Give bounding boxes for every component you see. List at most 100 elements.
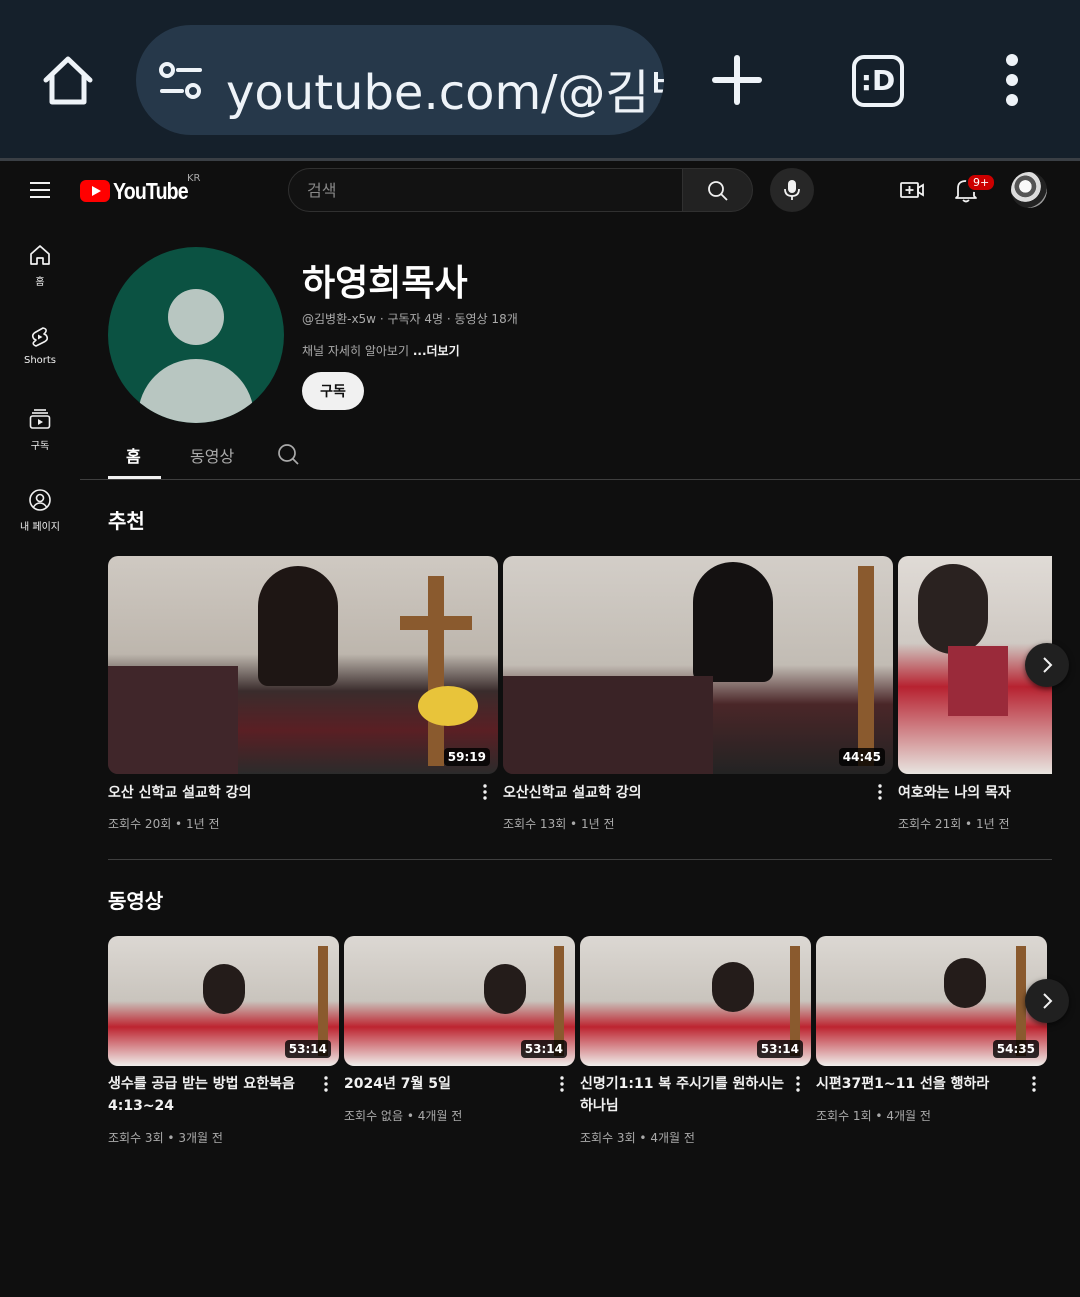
- video-title[interactable]: 신명기1:11 복 주시기를 원하시는 하나님: [580, 1073, 785, 1117]
- video-thumbnail[interactable]: 53:14: [580, 936, 811, 1066]
- channel-avatar: [108, 247, 284, 423]
- video-meta: 조회수 3회 • 3개월 전: [108, 1131, 223, 1145]
- thumb-book: [948, 646, 1008, 716]
- sidebar-item-home[interactable]: 홈: [0, 243, 80, 288]
- more-vert-icon[interactable]: [482, 783, 488, 801]
- more-link[interactable]: ...더보기: [413, 344, 460, 358]
- mic-icon: [784, 180, 800, 200]
- home-icon: [30, 245, 50, 265]
- more-vert-icon[interactable]: [877, 783, 883, 801]
- url-bar[interactable]: youtube.com/@김병: [136, 25, 664, 135]
- subscribe-button[interactable]: 구독: [302, 372, 364, 410]
- video-thumbnail[interactable]: 53:14: [344, 936, 575, 1066]
- thumb-cross: [858, 566, 874, 766]
- video-meta: 조회수 없음 • 4개월 전: [344, 1109, 463, 1123]
- video-duration: 44:45: [838, 748, 885, 766]
- video-meta: 조회수 1회 • 4개월 전: [816, 1109, 931, 1123]
- search-button[interactable]: [682, 168, 753, 212]
- video-meta: 조회수 20회 • 1년 전: [108, 817, 220, 831]
- more-vert-icon[interactable]: [1031, 1075, 1037, 1093]
- video-title[interactable]: 생수를 공급 받는 방법 요한복음 4:13~24: [108, 1073, 313, 1117]
- video-meta: 조회수 13회 • 1년 전: [503, 817, 615, 831]
- account-avatar[interactable]: [1011, 172, 1047, 208]
- video-title[interactable]: 여호와는 나의 목자: [898, 782, 1052, 804]
- sidebar-item-subscriptions[interactable]: 구독: [0, 407, 80, 452]
- tab-switcher-icon[interactable]: :D: [852, 55, 904, 107]
- url-text[interactable]: youtube.com/@김병: [226, 53, 664, 123]
- video-duration: 53:14: [756, 1040, 803, 1058]
- channel-description-text: 채널 자세히 알아보기: [302, 344, 409, 358]
- create-video-icon[interactable]: [899, 178, 925, 202]
- video-duration: 59:19: [443, 748, 490, 766]
- video-thumbnail[interactable]: 53:14: [108, 936, 339, 1066]
- tab-videos[interactable]: 동영상: [190, 443, 234, 467]
- youtube-logo[interactable]: YouTube: [80, 178, 201, 204]
- channel-meta: @김병환-x5w · 구독자 4명 · 동영상 18개: [302, 312, 518, 326]
- video-thumbnail[interactable]: 54:35: [816, 936, 1047, 1066]
- notification-badge[interactable]: 9+: [966, 173, 997, 192]
- video-duration: 53:14: [284, 1040, 331, 1058]
- sidebar-item-you[interactable]: 내 페이지: [0, 488, 80, 533]
- thumb-figure: [693, 562, 773, 682]
- video-thumbnail[interactable]: 44:45: [503, 556, 893, 774]
- shorts-icon: [31, 327, 49, 347]
- section-divider: [108, 859, 1052, 860]
- thumb-cross: [428, 576, 444, 766]
- more-vert-icon[interactable]: [559, 1075, 565, 1093]
- thumb-figure: [712, 962, 754, 1012]
- thumb-laptop: [503, 676, 713, 774]
- tabs-divider: [80, 479, 1080, 480]
- sidebar-item-label: 구독: [30, 441, 50, 452]
- avatar-body: [138, 359, 254, 423]
- thumb-figure: [258, 566, 338, 686]
- video-title[interactable]: 2024년 7월 5일: [344, 1073, 549, 1095]
- video-meta: 조회수 21회 • 1년 전: [898, 817, 1010, 831]
- sidebar-item-shorts[interactable]: Shorts: [0, 325, 80, 366]
- thumb-figure: [944, 958, 986, 1008]
- video-title[interactable]: 시편37편1~11 선을 행하라: [816, 1073, 1021, 1095]
- video-title[interactable]: 오산신학교 설교학 강의: [503, 782, 863, 804]
- chevron-right-icon: [1043, 993, 1053, 1009]
- video-thumbnail[interactable]: 59:19: [108, 556, 498, 774]
- thumb-cross-bar: [400, 616, 472, 630]
- thumb-flowers: [418, 686, 478, 726]
- channel-description[interactable]: 채널 자세히 알아보기 ...더보기: [302, 342, 460, 359]
- more-vert-icon[interactable]: [795, 1075, 801, 1093]
- section-title-videos: 동영상: [108, 889, 164, 913]
- region-code: KR: [187, 173, 201, 184]
- new-tab-icon[interactable]: [707, 50, 767, 110]
- channel-name: 하영희목사: [302, 263, 468, 304]
- youtube-logo-text: YouTube: [113, 177, 189, 204]
- search-icon: [708, 181, 728, 201]
- subscriptions-icon: [29, 409, 51, 429]
- more-vert-icon[interactable]: [995, 50, 1029, 110]
- thumb-figure: [484, 964, 526, 1014]
- youtube-play-icon: [80, 180, 110, 202]
- sidebar-item-label: Shorts: [23, 355, 57, 366]
- browser-divider: [0, 158, 1080, 161]
- sidebar-item-label: 홈: [35, 277, 45, 288]
- avatar-head: [168, 289, 224, 345]
- voice-search-button[interactable]: [770, 168, 814, 212]
- you-icon: [29, 489, 51, 511]
- carousel-next-button[interactable]: [1025, 979, 1069, 1023]
- chevron-right-icon: [1043, 657, 1053, 673]
- home-icon[interactable]: [38, 50, 98, 110]
- video-title[interactable]: 오산 신학교 설교학 강의: [108, 782, 468, 804]
- site-settings-icon[interactable]: [158, 61, 204, 101]
- more-vert-icon[interactable]: [323, 1075, 329, 1093]
- thumb-laptop: [108, 666, 238, 774]
- channel-search-icon[interactable]: [277, 443, 299, 465]
- video-meta: 조회수 3회 • 4개월 전: [580, 1131, 695, 1145]
- search-input[interactable]: [289, 169, 682, 211]
- video-duration: 54:35: [992, 1040, 1039, 1058]
- tab-home[interactable]: 홈: [126, 443, 141, 467]
- menu-icon[interactable]: [26, 176, 54, 204]
- thumb-figure: [203, 964, 245, 1014]
- sidebar-item-label: 내 페이지: [20, 522, 60, 533]
- thumb-figure: [918, 564, 988, 654]
- carousel-next-button[interactable]: [1025, 643, 1069, 687]
- section-title-recommended: 추천: [108, 509, 145, 533]
- video-duration: 53:14: [520, 1040, 567, 1058]
- search-box[interactable]: [288, 168, 683, 212]
